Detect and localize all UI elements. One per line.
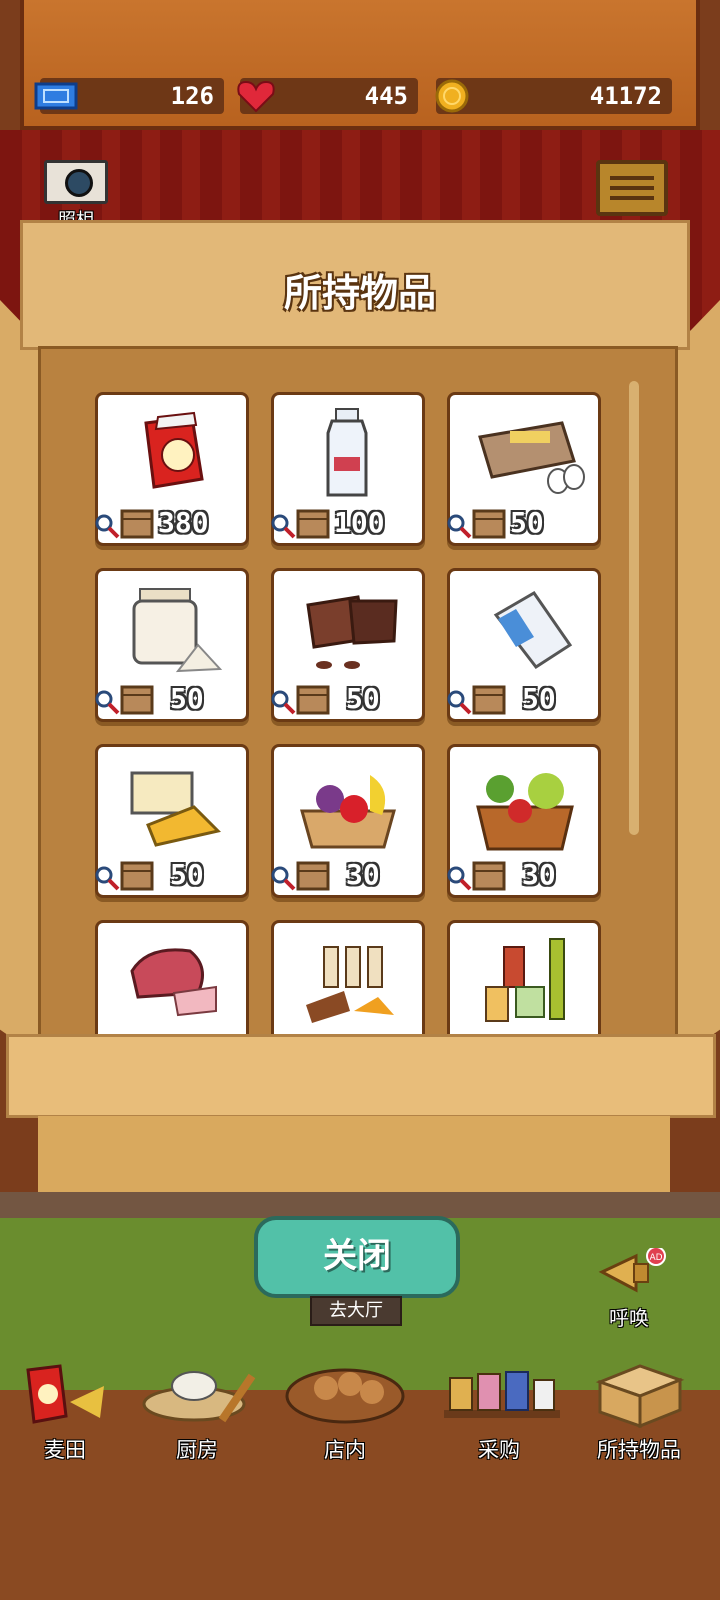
nav-label: 店内 bbox=[324, 1438, 366, 1462]
item-card[interactable] bbox=[95, 920, 249, 1043]
item-card[interactable]: 50 bbox=[271, 568, 425, 722]
item-card[interactable]: 30 bbox=[447, 744, 601, 898]
scrollbar[interactable] bbox=[629, 381, 639, 835]
magnifier-icon[interactable] bbox=[270, 865, 296, 891]
item-card[interactable] bbox=[447, 920, 601, 1043]
ticket-counter: 126 bbox=[34, 78, 224, 114]
butter-cheese-icon bbox=[130, 771, 221, 847]
kitchen-icon bbox=[142, 1371, 256, 1423]
nav-item-wheat-field[interactable]: 麦田 bbox=[0, 1352, 130, 1468]
item-price: 50 bbox=[170, 682, 204, 715]
vegetable-basket-icon bbox=[476, 773, 574, 851]
box-icon bbox=[120, 509, 154, 539]
magnifier-icon[interactable] bbox=[446, 513, 472, 539]
go-hall-sign[interactable]: 去大厅 bbox=[310, 1296, 402, 1326]
camera-button[interactable] bbox=[44, 160, 108, 204]
ad-badge: AD bbox=[649, 1253, 662, 1263]
nav-label: 厨房 bbox=[176, 1438, 218, 1462]
chocolate-icon bbox=[306, 595, 398, 669]
item-price: 50 bbox=[522, 682, 556, 715]
box-icon bbox=[472, 509, 506, 539]
item-price: 30 bbox=[346, 858, 380, 891]
oil-bottles-icon bbox=[485, 938, 565, 1022]
item-card[interactable]: 50 bbox=[447, 568, 601, 722]
item-card[interactable]: 50 bbox=[447, 392, 601, 546]
box-base bbox=[38, 1116, 670, 1198]
flour-bag-icon bbox=[144, 411, 204, 489]
spice-bottles-icon bbox=[306, 946, 394, 1023]
close-button[interactable]: 关闭 bbox=[254, 1216, 460, 1298]
item-price: 380 bbox=[158, 506, 209, 539]
magnifier-icon[interactable] bbox=[270, 513, 296, 539]
item-card[interactable]: 30 bbox=[271, 744, 425, 898]
wheat-field-icon bbox=[26, 1364, 104, 1424]
menu-button[interactable] bbox=[596, 160, 668, 216]
page-title: 所持物品 bbox=[283, 271, 436, 315]
box-icon bbox=[296, 509, 330, 539]
item-card[interactable]: 100 bbox=[271, 392, 425, 546]
purchase-icon bbox=[444, 1371, 560, 1418]
box-icon bbox=[296, 685, 330, 715]
magnifier-icon[interactable] bbox=[446, 689, 472, 715]
horn-label: 呼唤 bbox=[609, 1306, 649, 1330]
coin-count: 41172 bbox=[589, 82, 662, 110]
nav-item-kitchen[interactable]: 厨房 bbox=[132, 1352, 262, 1468]
camera-icon bbox=[65, 169, 93, 197]
item-card[interactable]: 50 bbox=[95, 744, 249, 898]
box-front-panel bbox=[6, 1034, 716, 1118]
magnifier-icon[interactable] bbox=[94, 513, 120, 539]
store-icon bbox=[285, 1368, 405, 1424]
magnifier-icon[interactable] bbox=[446, 865, 472, 891]
item-card[interactable]: 50 bbox=[95, 568, 249, 722]
fruit-basket-icon bbox=[300, 775, 396, 849]
nav-label: 所持物品 bbox=[597, 1438, 681, 1462]
milk-bottle-icon bbox=[326, 408, 368, 497]
hamburger-icon bbox=[610, 176, 654, 180]
meat-icon bbox=[130, 948, 217, 1017]
magnifier-icon[interactable] bbox=[94, 865, 120, 891]
box-icon bbox=[472, 685, 506, 715]
box-icon bbox=[120, 861, 154, 891]
magnifier-icon[interactable] bbox=[94, 689, 120, 715]
heart-count: 445 bbox=[364, 82, 408, 110]
nav-item-purchase[interactable]: 采购 bbox=[434, 1352, 564, 1468]
item-price: 50 bbox=[346, 682, 380, 715]
inventory-box-icon bbox=[595, 1364, 685, 1428]
item-card[interactable] bbox=[271, 920, 425, 1043]
ticket-icon bbox=[34, 82, 78, 110]
egg-tray-icon bbox=[478, 421, 585, 494]
coin-icon bbox=[435, 79, 469, 113]
inventory-panel[interactable]: 380 100 50 50 50 50 50 30 30 bbox=[38, 346, 678, 1046]
box-icon bbox=[120, 685, 154, 715]
box-icon bbox=[296, 861, 330, 891]
item-price: 50 bbox=[170, 858, 204, 891]
nav-item-inventory[interactable]: 所持物品 bbox=[574, 1352, 704, 1468]
item-price: 30 bbox=[522, 858, 556, 891]
heart-icon bbox=[237, 80, 275, 113]
nav-item-store[interactable]: 店内 bbox=[280, 1352, 410, 1468]
item-price: 50 bbox=[510, 506, 544, 539]
ground-strip bbox=[0, 1192, 720, 1218]
box-flap-right bbox=[676, 300, 720, 1060]
magnifier-icon[interactable] bbox=[270, 689, 296, 715]
nav-label: 采购 bbox=[478, 1438, 520, 1462]
horn-icon[interactable]: AD bbox=[598, 1248, 668, 1298]
item-card[interactable]: 380 bbox=[95, 392, 249, 546]
heart-counter: 445 bbox=[237, 78, 418, 114]
ticket-count: 126 bbox=[170, 82, 214, 110]
coin-counter: 41172 bbox=[435, 78, 672, 114]
sugar-jar-icon bbox=[132, 588, 223, 673]
box-icon bbox=[472, 861, 506, 891]
nav-label: 麦田 bbox=[44, 1438, 86, 1462]
cream-carton-icon bbox=[493, 591, 573, 670]
item-price: 100 bbox=[334, 506, 385, 539]
